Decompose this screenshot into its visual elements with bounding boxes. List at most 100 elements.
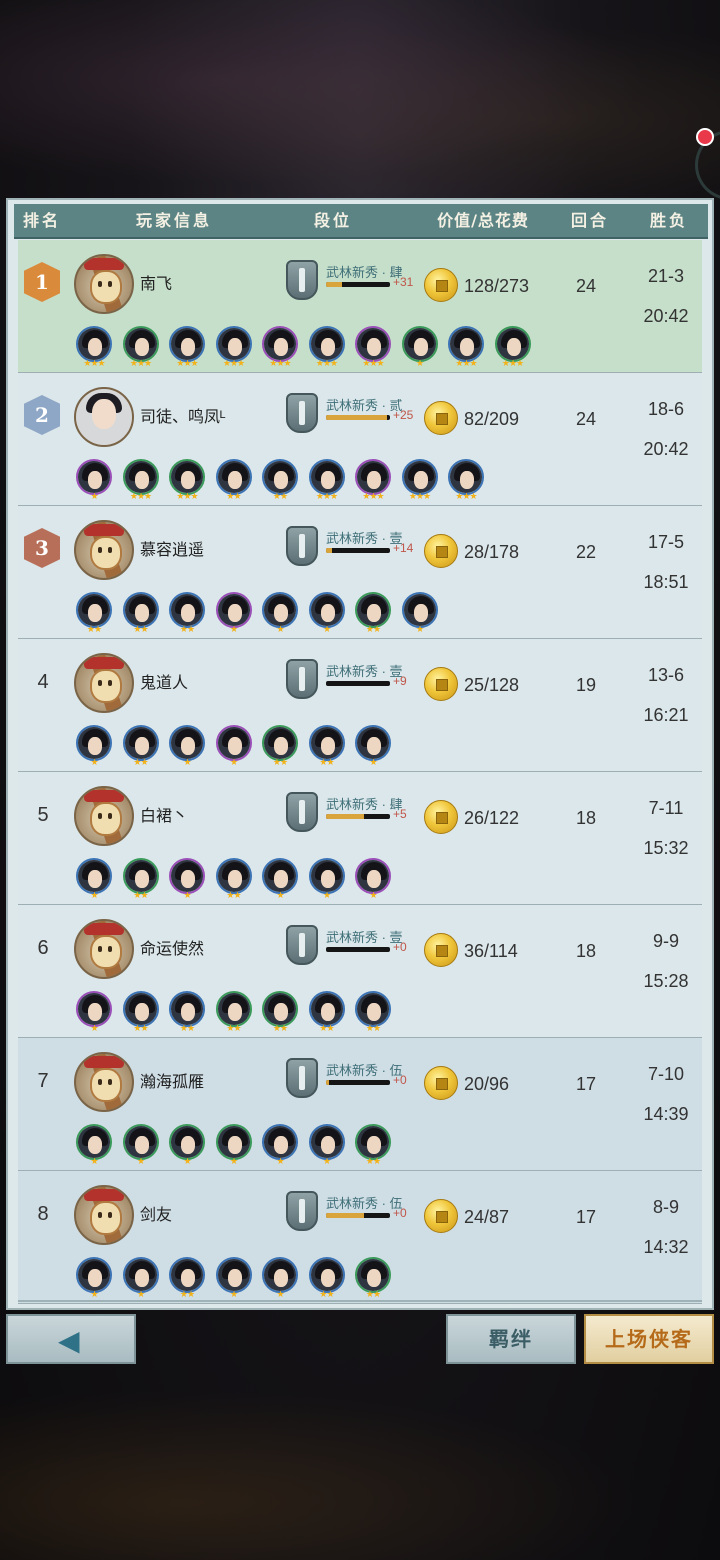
player-avatar[interactable] — [74, 1052, 134, 1112]
hero-slot[interactable]: ★ — [76, 725, 112, 771]
hero-slot[interactable]: ★★ — [355, 592, 391, 638]
hero-slot[interactable]: ★★ — [262, 991, 298, 1037]
hero-slot[interactable]: ★ — [308, 858, 345, 904]
ranking-row[interactable]: 6 命运使然 武林新秀 · 壹 +0 36/114 18 9-9 15:28 ★… — [18, 905, 702, 1038]
player-avatar[interactable] — [74, 520, 134, 580]
hero-stars: ★★★ — [455, 359, 477, 369]
header-rounds: 回合 — [570, 211, 609, 230]
hero-slot[interactable]: ★★ — [169, 592, 205, 638]
hero-stars: ★ — [183, 891, 191, 901]
hero-slot[interactable]: ★★ — [122, 592, 159, 638]
hero-slot[interactable]: ★★ — [122, 991, 159, 1037]
player-avatar[interactable] — [74, 653, 134, 713]
hero-slot[interactable]: ★ — [169, 858, 205, 904]
hero-slot[interactable]: ★ — [215, 1257, 252, 1303]
hero-portrait — [122, 1257, 159, 1293]
hero-slot[interactable]: ★★★ — [355, 459, 391, 505]
hero-slot[interactable]: ★★ — [215, 459, 252, 505]
hero-slot[interactable]: ★★ — [308, 991, 345, 1037]
bond-button[interactable]: 羁绊 — [446, 1314, 576, 1364]
player-avatar[interactable] — [74, 919, 134, 979]
hero-slot[interactable]: ★★ — [76, 592, 112, 638]
player-name: 剑友 — [140, 1207, 173, 1224]
hero-slot[interactable]: ★ — [401, 326, 438, 372]
ranking-row[interactable]: 1 南飞 武林新秀 · 肆 +31 128/273 24 21-3 20:42 … — [18, 240, 702, 373]
hero-slot[interactable]: ★ — [262, 592, 298, 638]
ranking-row[interactable]: 8 剑友 武林新秀 · 伍 +0 24/87 17 8-9 14:32 ★ ★ … — [18, 1171, 702, 1304]
hero-slot[interactable]: ★ — [355, 858, 391, 904]
hero-slot[interactable]: ★★★ — [169, 459, 205, 505]
hero-portrait — [308, 592, 345, 628]
hero-slot[interactable]: ★ — [169, 725, 205, 771]
tier-sword-icon — [286, 393, 318, 433]
hero-slot[interactable]: ★ — [308, 592, 345, 638]
hero-slot[interactable]: ★★★ — [122, 326, 159, 372]
hero-slot[interactable]: ★ — [76, 1124, 112, 1170]
notification-dot — [696, 128, 714, 146]
player-avatar[interactable] — [74, 786, 134, 846]
player-avatar[interactable] — [74, 254, 134, 314]
ranking-row[interactable]: 3 慕容逍遥 武林新秀 · 壹 +14 28/178 22 17-5 18:51… — [18, 506, 702, 639]
hero-slot[interactable]: ★ — [76, 459, 112, 505]
hero-slot[interactable]: ★★★ — [448, 459, 484, 505]
hero-slot[interactable]: ★ — [76, 858, 112, 904]
hero-slot[interactable]: ★★★ — [401, 459, 438, 505]
hero-portrait — [308, 858, 345, 894]
tier-points-gain: +9 — [393, 674, 407, 688]
hero-slot[interactable]: ★★★ — [122, 459, 159, 505]
tier-points-gain: +31 — [393, 275, 414, 289]
hero-slot[interactable]: ★★★ — [355, 326, 391, 372]
hero-slot[interactable]: ★★ — [355, 1257, 391, 1303]
hero-slot[interactable]: ★ — [122, 1257, 159, 1303]
deployed-heroes-button[interactable]: 上场侠客 — [584, 1314, 714, 1364]
player-avatar[interactable] — [74, 387, 134, 447]
hero-slot[interactable]: ★★ — [262, 459, 298, 505]
coin-icon — [424, 534, 458, 568]
hero-slot[interactable]: ★★★ — [169, 326, 205, 372]
hero-slot[interactable]: ★★ — [169, 1257, 205, 1303]
hero-slot[interactable]: ★ — [215, 592, 252, 638]
hero-slot[interactable]: ★★ — [215, 991, 252, 1037]
hero-slot[interactable]: ★★ — [122, 858, 159, 904]
ranking-row[interactable]: 7 瀚海孤雁 武林新秀 · 伍 +0 20/96 17 7-10 14:39 ★… — [18, 1038, 702, 1171]
hero-slot[interactable]: ★ — [401, 592, 438, 638]
player-avatar[interactable] — [74, 1185, 134, 1245]
hero-slot[interactable]: ★★ — [308, 725, 345, 771]
hero-slot[interactable]: ★★★ — [308, 326, 345, 372]
hero-slot[interactable]: ★★ — [215, 858, 252, 904]
hero-slot[interactable]: ★ — [122, 1124, 159, 1170]
hero-slot[interactable]: ★ — [262, 1257, 298, 1303]
hero-slot[interactable]: ★ — [262, 1124, 298, 1170]
hero-slot[interactable]: ★ — [215, 725, 252, 771]
hero-slot[interactable]: ★★ — [122, 725, 159, 771]
rank-number: 1 — [35, 270, 49, 294]
hero-slot[interactable]: ★★★ — [76, 326, 112, 372]
hero-slot[interactable]: ★ — [215, 1124, 252, 1170]
header-tier: 段位 — [313, 211, 352, 230]
ranking-row[interactable]: 2 司徒、鸣凤ᴸ 武林新秀 · 贰 +25 82/209 24 18-6 20:… — [18, 373, 702, 506]
hero-slot[interactable]: ★★★ — [308, 459, 345, 505]
hero-slot[interactable]: ★★ — [355, 991, 391, 1037]
hero-slot[interactable]: ★★★ — [494, 326, 531, 372]
back-button[interactable]: ◀ — [6, 1314, 136, 1364]
hero-slot[interactable]: ★★★ — [262, 326, 298, 372]
hero-slot[interactable]: ★★★ — [215, 326, 252, 372]
hero-slot[interactable]: ★ — [169, 1124, 205, 1170]
hero-stars: ★★ — [226, 1024, 241, 1034]
hero-slot[interactable]: ★★ — [169, 991, 205, 1037]
hero-portrait — [355, 991, 391, 1027]
hero-slot[interactable]: ★★ — [355, 1124, 391, 1170]
hero-slot[interactable]: ★ — [76, 1257, 112, 1303]
hero-stars: ★ — [369, 891, 377, 901]
ranking-row[interactable]: 4 鬼道人 武林新秀 · 壹 +9 25/128 19 13-6 16:21 ★… — [18, 639, 702, 772]
hero-slot[interactable]: ★ — [355, 725, 391, 771]
match-duration: 15:32 — [643, 838, 689, 858]
hero-slot[interactable]: ★ — [308, 1124, 345, 1170]
hero-slot[interactable]: ★★ — [262, 725, 298, 771]
hero-portrait — [215, 1257, 252, 1293]
hero-slot[interactable]: ★★ — [308, 1257, 345, 1303]
hero-slot[interactable]: ★ — [262, 858, 298, 904]
ranking-row[interactable]: 5 白裙丶 武林新秀 · 肆 +5 26/122 18 7-11 15:32 ★… — [18, 772, 702, 905]
hero-slot[interactable]: ★★★ — [448, 326, 484, 372]
hero-slot[interactable]: ★ — [76, 991, 112, 1037]
